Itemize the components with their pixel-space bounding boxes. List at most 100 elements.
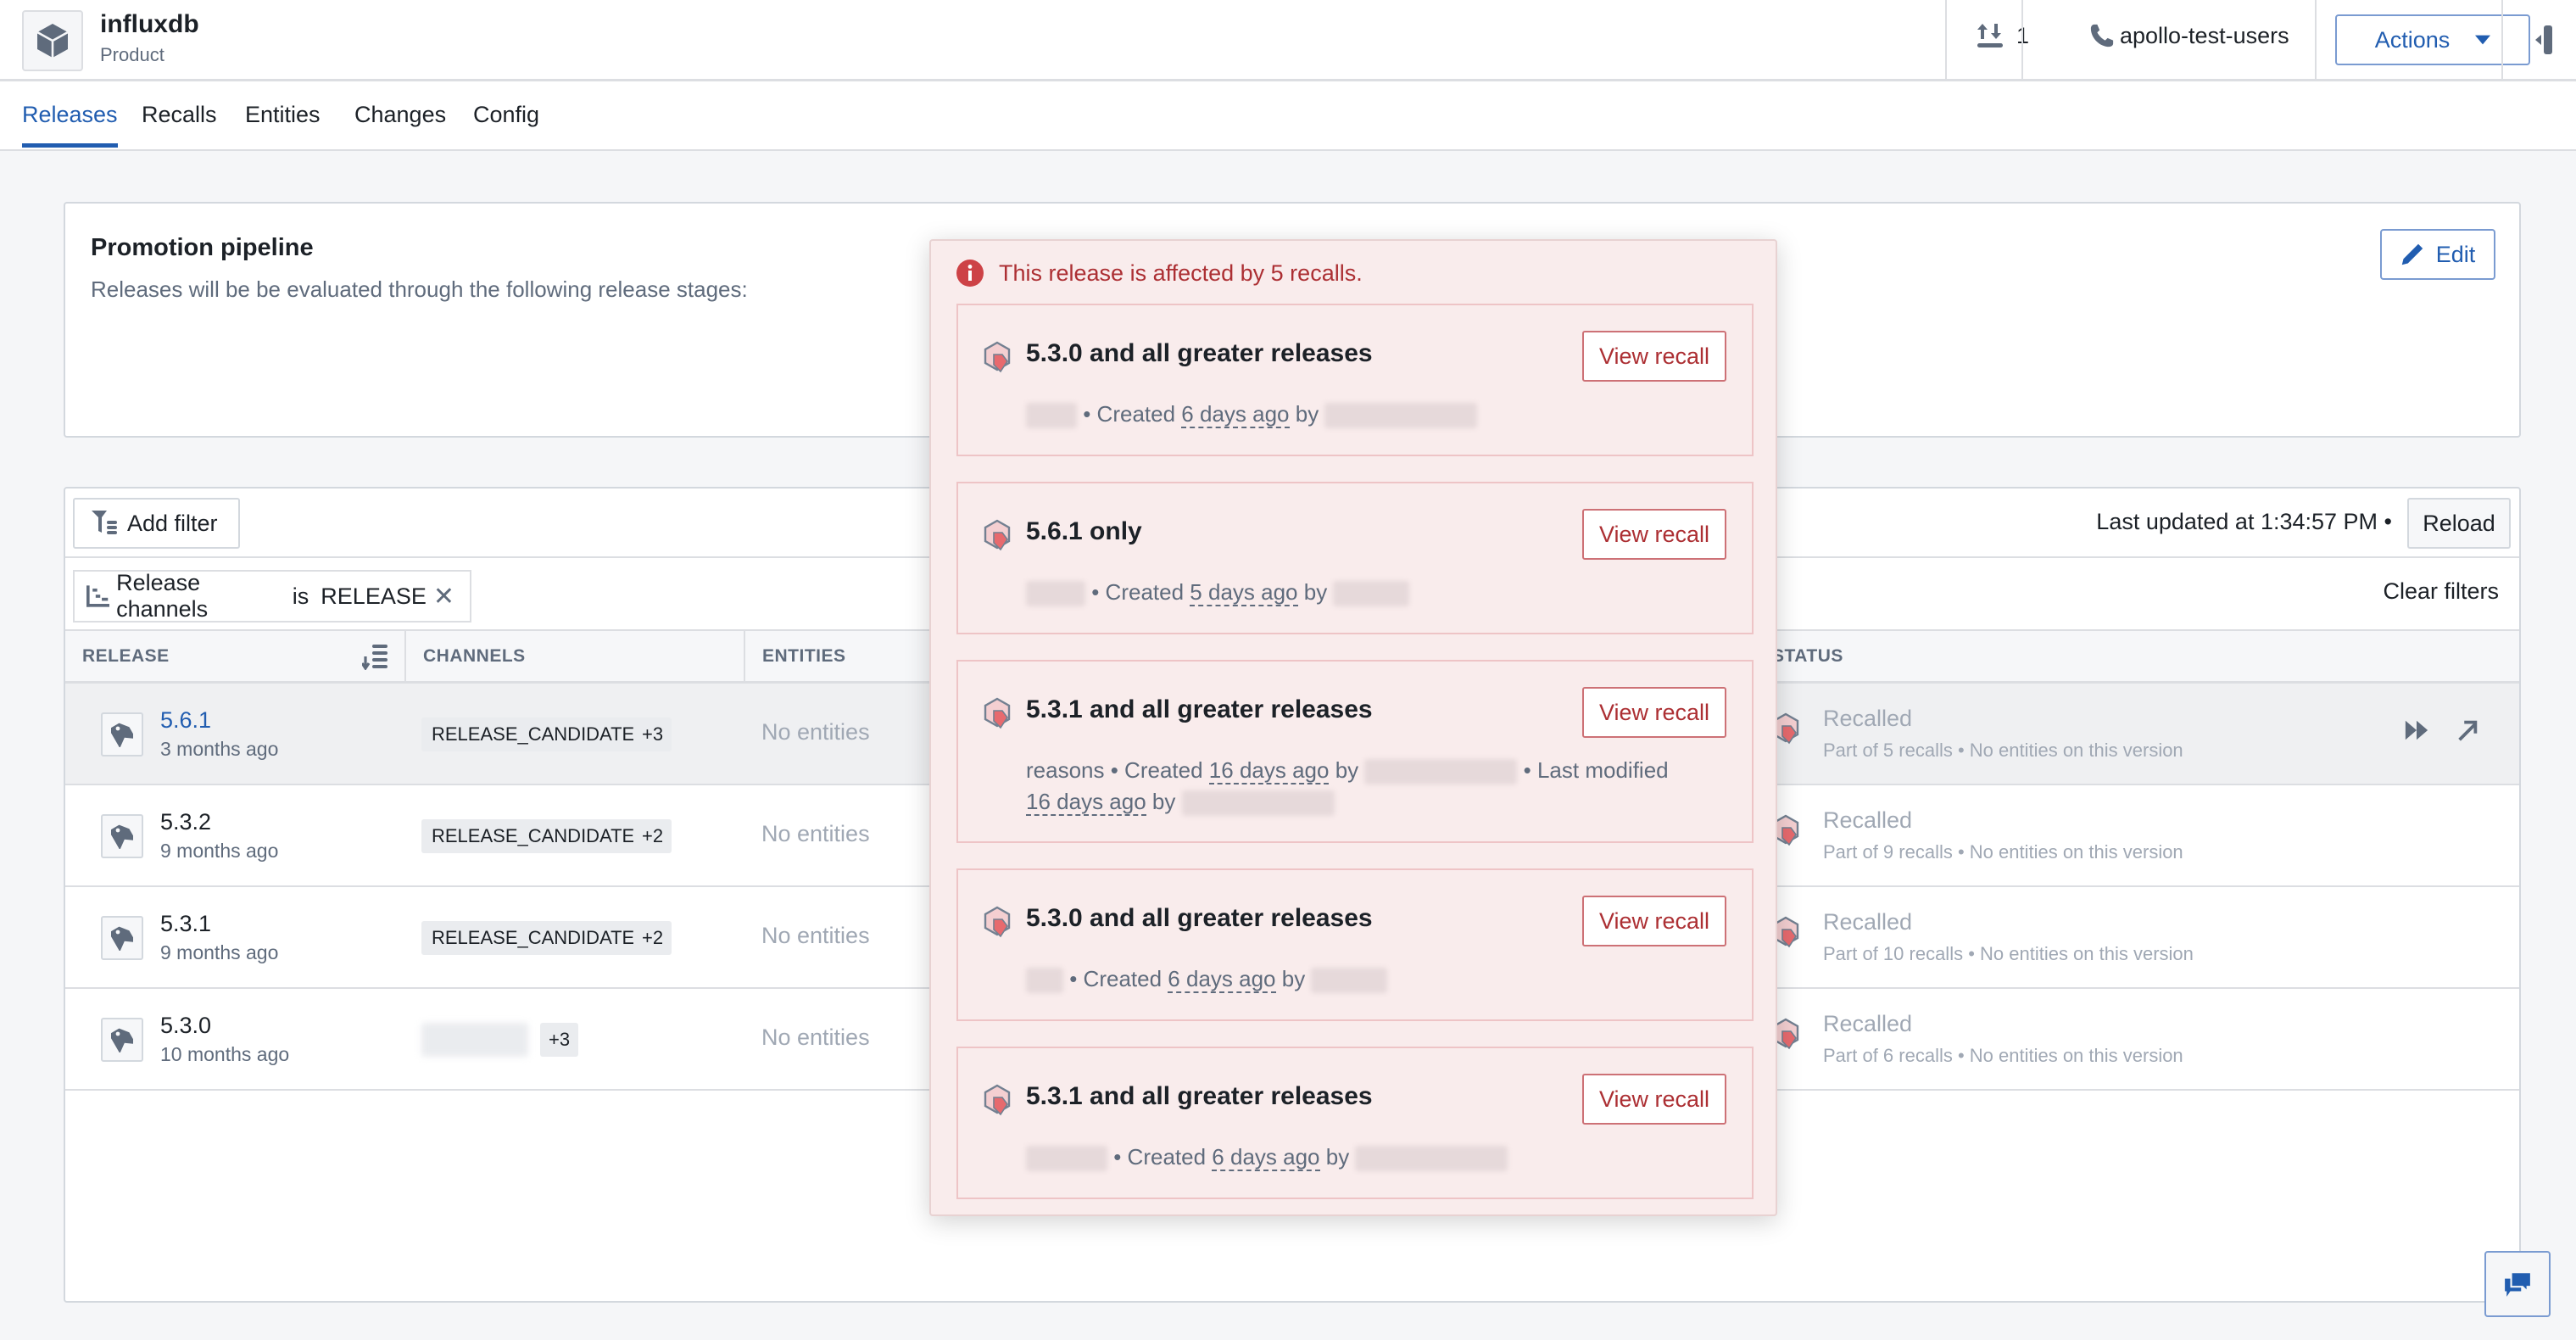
status-detail: Part of 10 recalls • No entities on this… [1823,943,2194,964]
status-label: Recalled [1823,807,1913,833]
recall-card: 5.3.0 and all greater releases View reca… [956,868,1754,1021]
release-version-link[interactable]: 5.3.1 [160,911,211,937]
channel-tag: RELEASE_CANDIDATE [421,819,645,853]
divider [1945,0,1947,81]
product-name: influxdb [100,10,199,38]
release-age: 9 months ago [160,941,279,963]
add-filter-label: Add filter [127,510,218,536]
add-filter-button[interactable]: Add filter [73,498,240,549]
tab-releases[interactable]: Releases [22,102,118,148]
redacted-text [1026,1146,1107,1172]
sort-icon[interactable] [360,643,389,674]
clear-filters-link[interactable]: Clear filters [2383,578,2499,605]
filter-chip[interactable]: Release channels is RELEASE ✕ [73,570,471,623]
modified-time[interactable]: 16 days ago [1026,789,1146,816]
recall-meta: • Created 5 days ago by [1026,577,1687,608]
view-recall-button[interactable]: View recall [1582,896,1726,946]
pipeline-description: Releases will be be evaluated through th… [91,276,748,302]
created-time[interactable]: 16 days ago [1208,757,1330,784]
oncall-link[interactable]: apollo-test-users [2089,22,2289,49]
recall-meta: reasons • Created 16 days ago by • Last … [1026,755,1687,818]
redacted-user [1364,759,1518,785]
recall-meta: • Created 6 days ago by [1026,1142,1687,1173]
reload-button[interactable]: Reload [2407,498,2511,549]
channel-more-tag[interactable]: +2 [633,819,672,853]
created-time[interactable]: 5 days ago [1190,579,1298,606]
cube-icon [22,10,83,71]
view-recall-button[interactable]: View recall [1582,331,1726,382]
release-version-link[interactable]: 5.3.0 [160,1013,211,1039]
pencil-icon [2401,243,2423,265]
channel-tag: RELEASE_CANDIDATE [421,921,645,955]
recall-card: 5.3.1 and all greater releases View reca… [956,1047,1754,1199]
recall-reason: reasons [1026,757,1105,783]
release-version-link[interactable]: 5.3.2 [160,809,211,835]
redacted-user [1355,1146,1508,1172]
channel-more-tag[interactable]: +3 [633,717,672,751]
column-header-release[interactable]: RELEASE [65,631,404,682]
channel-more-tag[interactable]: +3 [540,1023,579,1057]
tab-changes[interactable]: Changes [354,102,446,143]
filter-field: Release channels [116,570,209,622]
edit-label: Edit [2435,241,2476,267]
oncall-label: apollo-test-users [2120,22,2289,48]
status-detail: Part of 9 recalls • No entities on this … [1823,841,2183,863]
tab-recalls[interactable]: Recalls [142,102,217,143]
created-time[interactable]: 6 days ago [1181,401,1290,428]
recall-icon [984,906,1012,944]
redacted-text [1026,581,1085,607]
entities-value: No entities [761,923,870,948]
recall-meta: • Created 6 days ago by [1026,399,1687,430]
view-recall-button[interactable]: View recall [1582,509,1726,560]
remove-filter-icon[interactable]: ✕ [433,582,454,611]
release-age: 9 months ago [160,840,279,862]
status-detail: Part of 6 recalls • No entities on this … [1823,1045,2183,1066]
tag-icon [101,1018,143,1062]
release-version-link[interactable]: 5.6.1 [160,707,211,734]
recall-card: 5.3.0 and all greater releases View reca… [956,304,1754,456]
upload-download-icon [1977,24,2003,47]
tag-icon [101,916,143,960]
redacted-text [1026,403,1077,429]
redacted-text [1026,968,1063,994]
row-actions [2404,717,2480,743]
column-header-status[interactable]: STATUS [1762,631,2016,682]
column-header-channels[interactable]: CHANNELS [406,631,745,682]
tab-entities[interactable]: Entities [245,102,321,143]
product-type: Product [100,44,164,65]
entities-value: No entities [761,821,870,846]
channel-tag-redacted [421,1023,528,1057]
divider [2315,0,2317,81]
recall-card: 5.3.1 and all greater releases View reca… [956,660,1754,843]
recall-title: 5.6.1 only [1026,517,1142,545]
created-time[interactable]: 6 days ago [1168,966,1276,993]
status-detail: Part of 5 recalls • No entities on this … [1823,740,2183,761]
recall-icon [984,697,1012,735]
actions-label: Actions [2374,26,2451,53]
created-time[interactable]: 6 days ago [1212,1144,1320,1171]
hierarchy-icon [86,585,110,607]
entities-value: No entities [761,719,870,745]
caret-down-icon [2475,35,2491,45]
filter-operator: is [292,583,309,609]
feedback-button[interactable] [2484,1251,2551,1317]
recall-title: 5.3.0 and all greater releases [1026,904,1373,932]
recall-card: 5.6.1 only View recall • Created 5 days … [956,482,1754,634]
status-label: Recalled [1823,909,1913,935]
popover-header: This release is affected by 5 recalls. [956,260,1363,287]
redacted-user [1311,968,1388,994]
filter-value: RELEASE [321,583,427,609]
view-recall-button[interactable]: View recall [1582,1074,1726,1125]
tag-icon [101,814,143,858]
recall-title: 5.3.1 and all greater releases [1026,695,1373,723]
edit-button[interactable]: Edit [2380,229,2495,280]
promote-icon[interactable] [2404,717,2429,743]
recall-meta: • Created 6 days ago by [1026,963,1687,995]
recall-title: 5.3.1 and all greater releases [1026,1082,1373,1110]
collapse-panel-icon[interactable] [2535,25,2554,59]
channel-more-tag[interactable]: +2 [633,921,672,955]
redacted-user [1333,581,1410,607]
tab-config[interactable]: Config [473,102,539,143]
open-external-icon[interactable] [2455,717,2480,743]
view-recall-button[interactable]: View recall [1582,687,1726,738]
